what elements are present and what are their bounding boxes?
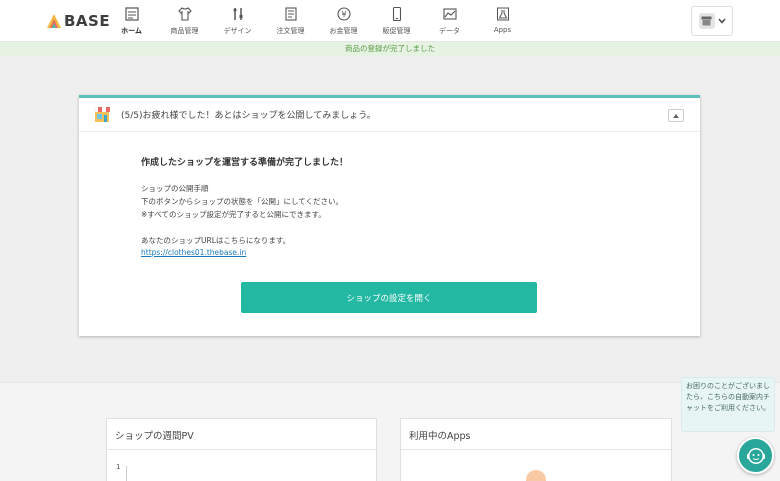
collapse-button[interactable] [668,109,684,122]
steps-note: ※すべてのショップ設定が完了すると公開にできます。 [141,210,326,219]
nav-promotion[interactable]: 販促管理 [370,0,423,42]
success-banner: 商品の登録が完了しました [0,42,780,56]
main-nav: ホーム 商品管理 デザイン 注文管理 ¥ お金管理 販促管理 データ Apps [105,0,529,42]
base-logo[interactable]: BASE [46,11,110,31]
pv-axis-line [126,466,127,481]
nav-apps[interactable]: Apps [476,0,529,42]
steps-line: 下のボタンからショップの状態を「公開」にしてください。 [141,197,344,206]
nav-design[interactable]: デザイン [211,0,264,42]
nav-money-label: お金管理 [329,27,358,35]
shirt-icon [177,7,192,21]
nav-orders-label: 注文管理 [276,27,305,35]
setup-card-title: (5/5)お疲れ様でした！あとはショップを公開してみましょう。 [121,111,376,121]
nav-promotion-label: 販促管理 [382,27,411,35]
design-tools-icon [233,8,242,20]
shop-url-link[interactable]: https://clothes01.thebase.in [141,248,246,257]
setup-card-header: (5/5)お疲れ様でした！あとはショップを公開してみましょう。 [79,98,700,132]
nav-home[interactable]: ホーム [105,0,158,42]
flask-icon [496,7,509,21]
pv-axis-tick: 1 [116,463,121,471]
nav-products-label: 商品管理 [170,27,199,35]
nav-apps-label: Apps [493,26,512,34]
chat-bot-icon [746,447,765,464]
weekly-pv-title: ショップの週間PV [107,419,376,450]
nav-design-label: デザイン [223,27,252,35]
svg-text:¥: ¥ [341,10,346,19]
nav-data-label: データ [439,27,460,35]
chevron-down-icon [717,18,726,24]
logo-text: BASE [64,12,111,30]
chart-icon [442,8,457,20]
home-icon [124,7,139,21]
shop-url-label: あなたのショップURLはこちらになります。 [141,236,291,245]
nav-home-label: ホーム [121,27,142,35]
nav-orders[interactable]: 注文管理 [264,0,317,42]
top-header: BASE ホーム 商品管理 デザイン 注文管理 ¥ お金管理 販促管理 データ … [0,0,780,42]
chat-bot-button[interactable] [737,437,774,474]
chat-help-bubble[interactable]: お困りのことがございましたら、こちらの自動案内チャットをご利用ください。 [681,377,775,432]
setup-card-body: 作成したショップを運営する準備が完了しました！ ショップの公開手順 下のボタンか… [141,155,349,257]
order-document-icon [284,7,297,21]
open-shop-settings-button[interactable]: ショップの設定を開く [241,282,537,313]
chevron-up-icon [673,113,679,118]
account-menu-button[interactable] [691,6,733,36]
shop-setup-card: (5/5)お疲れ様でした！あとはショップを公開してみましょう。 作成したショップ… [79,95,700,336]
phone-icon [392,6,401,22]
logo-mark-icon [46,13,62,29]
nav-money[interactable]: ¥ お金管理 [317,0,370,42]
steps-title: ショップの公開手順 [141,184,209,193]
setup-complete-heading: 作成したショップを運営する準備が完了しました！ [141,158,349,168]
shop-store-icon [698,13,715,29]
shop-front-icon [94,107,110,122]
nav-data[interactable]: データ [423,0,476,42]
nav-products[interactable]: 商品管理 [158,0,211,42]
weekly-pv-panel: ショップの週間PV [106,418,377,481]
apps-in-use-title: 利用中のApps [401,419,671,450]
money-icon: ¥ [336,7,351,21]
